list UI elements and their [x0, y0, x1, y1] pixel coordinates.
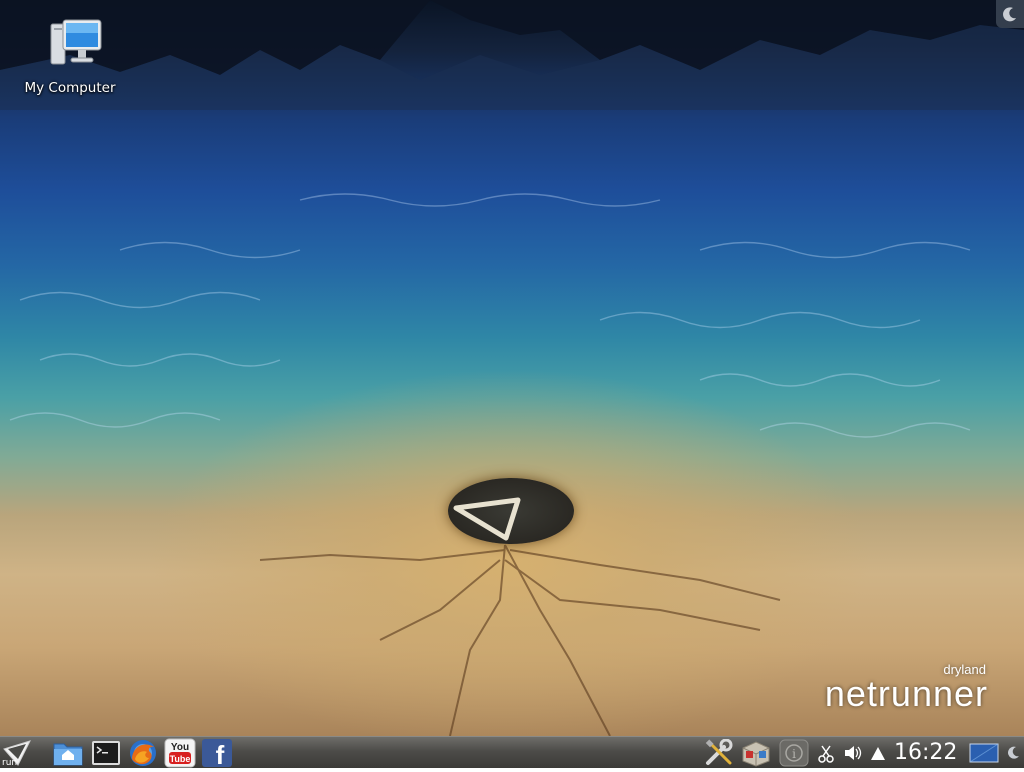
svg-text:i: i [792, 747, 796, 761]
launcher-home-folder[interactable] [52, 738, 84, 768]
launcher-youtube[interactable]: You Tube [164, 738, 196, 768]
netrunner-emblem [448, 478, 574, 544]
desktop-icon-my-computer[interactable]: My Computer [22, 18, 118, 96]
svg-text:Tube: Tube [170, 754, 191, 764]
tools-icon [704, 738, 736, 771]
firefox-icon [127, 740, 159, 772]
tray-klipper[interactable] [816, 739, 836, 767]
run-label: run [2, 758, 18, 768]
tray-volume[interactable] [842, 739, 862, 767]
package-icon [740, 741, 772, 771]
netrunner-brand: dryland netrunner [824, 662, 988, 714]
folder-home-icon [52, 743, 84, 772]
launcher-terminal[interactable] [90, 738, 122, 768]
desktop-thumbnail-icon [968, 743, 1000, 771]
scissors-icon [816, 745, 836, 771]
brand-name: netrunner [824, 673, 988, 714]
computer-icon [35, 19, 105, 78]
tray-package-manager[interactable] [740, 739, 772, 767]
svg-text:f: f [216, 740, 225, 768]
youtube-icon: You Tube [164, 738, 196, 772]
desktop-toolbox-button[interactable] [996, 0, 1024, 28]
speaker-icon [842, 746, 862, 771]
triangle-up-icon [868, 747, 888, 771]
taskbar-panel: run You Tube f i 16:22 [0, 736, 1024, 770]
info-icon: i [778, 739, 810, 771]
desktop-wallpaper: dryland netrunner [0, 0, 1024, 736]
application-launcher-button[interactable]: run [0, 737, 36, 769]
launcher-firefox[interactable] [127, 738, 159, 768]
tray-notifications[interactable]: i [778, 739, 810, 767]
facebook-icon: f [201, 739, 233, 772]
digital-clock[interactable]: 16:22 [894, 739, 957, 767]
pager-desktop-1[interactable] [968, 739, 1000, 767]
cashew-icon [1004, 746, 1024, 771]
cashew-icon [996, 7, 1024, 32]
tray-system-settings[interactable] [704, 738, 736, 767]
svg-text:You: You [171, 742, 189, 753]
water-ripples [9, 193, 971, 736]
tray-expand-button[interactable] [868, 739, 888, 767]
desktop-icon-label: My Computer [24, 80, 116, 96]
panel-toolbox-button[interactable] [1004, 739, 1024, 767]
launcher-facebook[interactable]: f [201, 738, 233, 770]
terminal-icon [90, 741, 122, 772]
